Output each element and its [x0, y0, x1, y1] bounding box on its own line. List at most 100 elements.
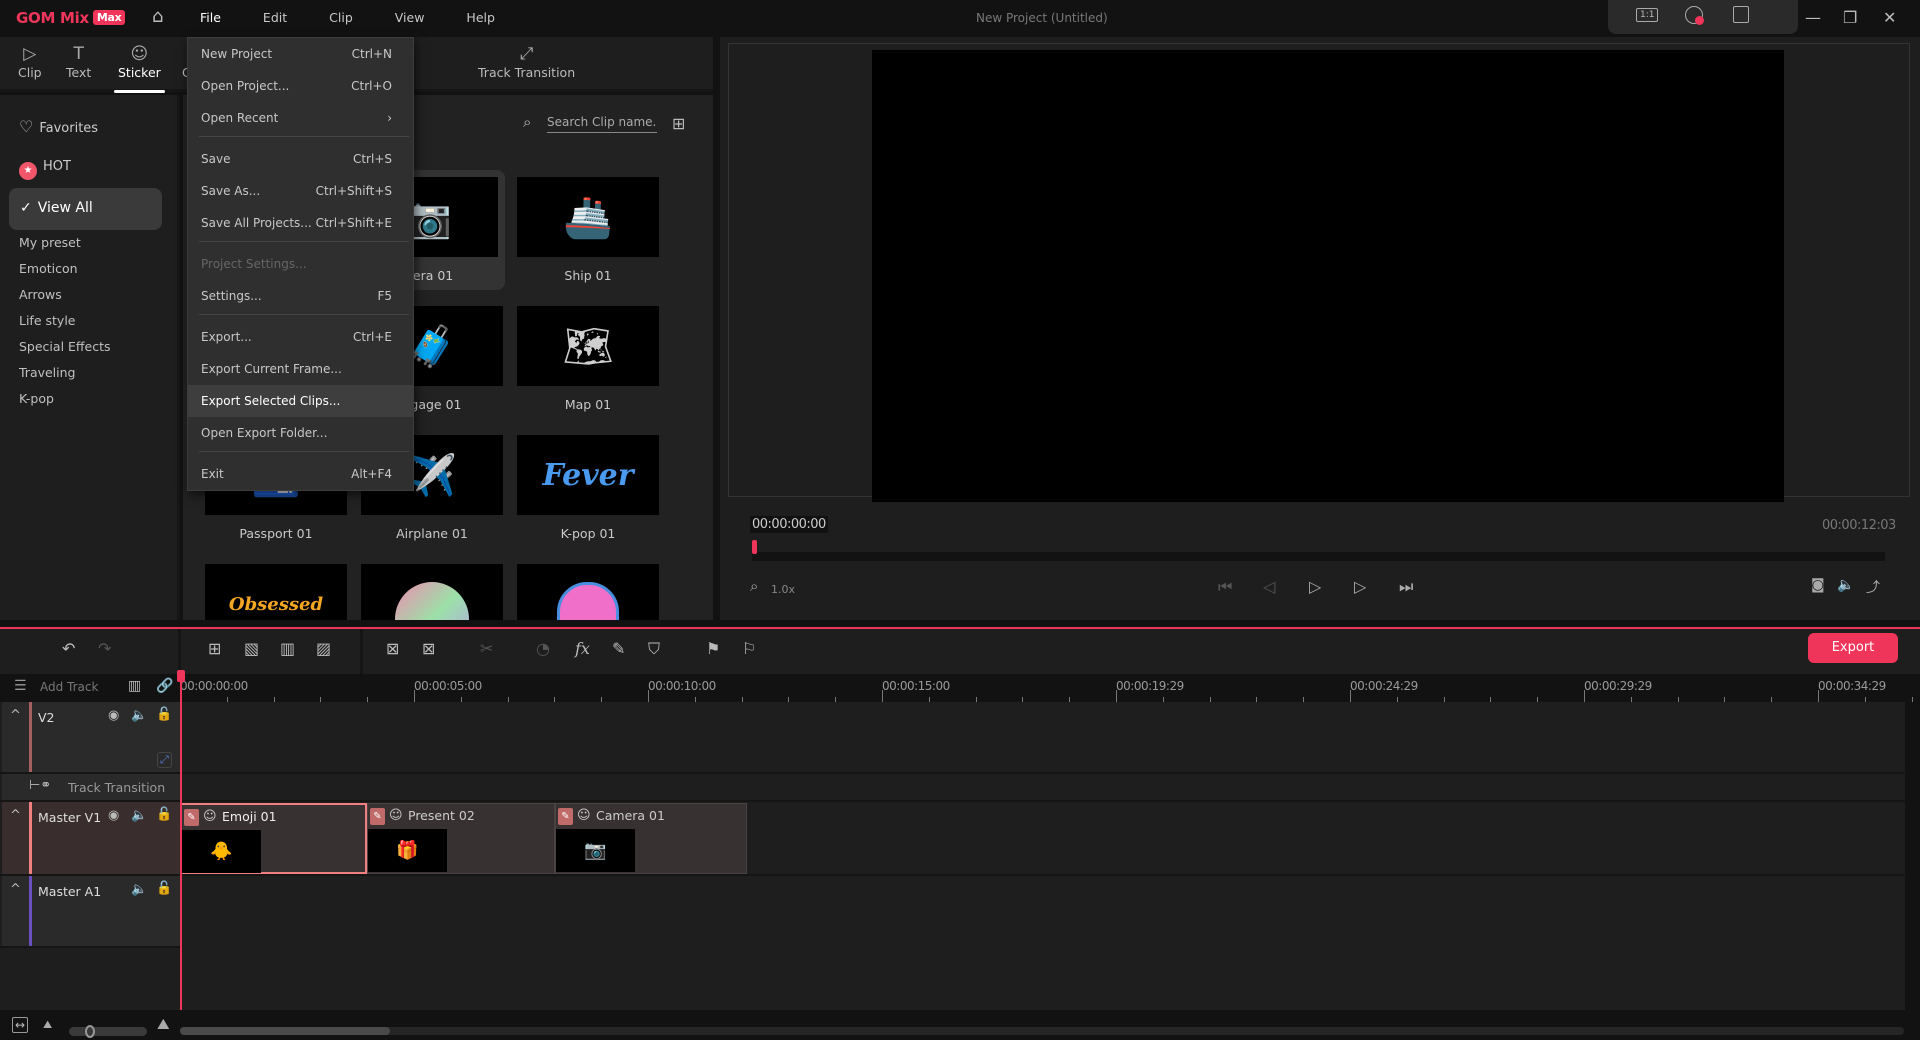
sidebar-item-life-style[interactable]: Life style	[19, 313, 75, 328]
close-icon[interactable]: ✕	[1883, 8, 1896, 27]
menu-item-settings[interactable]: Settings... F5	[188, 280, 413, 312]
menu-item-export-current-frame[interactable]: Export Current Frame...	[188, 353, 413, 385]
tab-text[interactable]: T Text	[66, 43, 91, 80]
timeline-zoom-slider[interactable]	[69, 1025, 147, 1038]
split-icon[interactable]: ▥	[280, 639, 295, 658]
add-clip-icon[interactable]: ⊞	[208, 639, 221, 658]
sidebar-item-hot[interactable]: ★ HOT	[19, 159, 71, 180]
minimize-icon[interactable]: —	[1805, 8, 1821, 27]
volume-icon[interactable]: 🔈	[1837, 577, 1854, 593]
sidebar-item-traveling[interactable]: Traveling	[19, 365, 76, 380]
grid-view-icon[interactable]: ⊞	[672, 114, 685, 133]
menu-item-save[interactable]: Save Ctrl+S	[188, 143, 413, 175]
edit-icon[interactable]: ✎	[612, 639, 625, 658]
split-right-icon[interactable]: ▨	[316, 639, 331, 658]
fx-icon[interactable]: fx	[575, 639, 590, 658]
next-frame-icon[interactable]: ▷	[1354, 577, 1366, 596]
lock-icon[interactable]: 🔓	[156, 881, 172, 896]
zoom-slider-knob[interactable]	[85, 1025, 95, 1038]
menu-item-open-recent[interactable]: Open Recent ›	[188, 102, 413, 134]
sidebar-item-emoticon[interactable]: Emoticon	[19, 261, 78, 276]
sticker-card[interactable]: Obsessed	[205, 564, 347, 620]
add-track-icon[interactable]: ☰	[14, 678, 27, 694]
marker-in-icon[interactable]: ⚑	[706, 639, 720, 658]
menu-item-new-project[interactable]: New Project Ctrl+N	[188, 38, 413, 70]
skip-start-icon[interactable]: ⏮	[1218, 577, 1232, 597]
split-left-icon[interactable]: ▧	[244, 639, 259, 658]
cut-icon[interactable]: ✂	[480, 639, 493, 658]
sidebar-item-k-pop[interactable]: K-pop	[19, 391, 54, 406]
menu-item-open-project[interactable]: Open Project... Ctrl+O	[188, 70, 413, 102]
sidebar-item-special-effects[interactable]: Special Effects	[19, 339, 111, 354]
snap-icon[interactable]: ▥	[128, 678, 141, 694]
preview-seekbar[interactable]	[752, 552, 1885, 561]
zoom-in-icon[interactable]: ⛰	[157, 1015, 170, 1033]
speaker-icon[interactable]: 🔈	[131, 708, 147, 723]
menu-view[interactable]: View	[395, 10, 425, 25]
tab-clip[interactable]: ▷ Clip	[18, 43, 42, 80]
pencil-icon[interactable]: ✎	[558, 808, 573, 825]
menu-item-export[interactable]: Export... Ctrl+E	[188, 321, 413, 353]
sticker-card[interactable]	[361, 564, 503, 620]
menu-item-save-as[interactable]: Save As... Ctrl+Shift+S	[188, 175, 413, 207]
sticker-card[interactable]: 🚢 Ship 01	[517, 177, 659, 283]
collapse-icon[interactable]: ^	[10, 882, 21, 897]
collapse-icon[interactable]: ^	[10, 708, 21, 723]
collapse-icon[interactable]: ^	[10, 808, 21, 823]
marker-out-icon[interactable]: ⚐	[742, 639, 756, 658]
sidebar-item-view-all[interactable]: ✓ View All	[9, 188, 162, 230]
lock-icon[interactable]: 🔓	[156, 707, 172, 722]
seekbar-playhead[interactable]	[752, 540, 757, 554]
sidebar-item-my-preset[interactable]: My preset	[19, 235, 81, 250]
menu-file[interactable]: File	[200, 10, 221, 25]
play-icon[interactable]: ▷	[1309, 577, 1321, 596]
ripple-delete-icon[interactable]: ⊠	[422, 639, 435, 658]
prev-frame-icon[interactable]: ◁	[1263, 577, 1275, 596]
zoom-icon[interactable]: ⌕	[750, 577, 758, 595]
delete-clip-icon[interactable]: ⊠	[386, 639, 399, 658]
home-icon[interactable]: ⌂	[152, 6, 163, 27]
menu-item-open-export-folder[interactable]: Open Export Folder...	[188, 417, 413, 449]
timeline-clip[interactable]: ✎ ☺ Camera 01 📷	[555, 803, 747, 874]
sidebar-item-arrows[interactable]: Arrows	[19, 287, 62, 302]
lock-icon[interactable]: 🔓	[156, 807, 172, 822]
tab-sticker[interactable]: ☺ Sticker	[114, 43, 165, 93]
menu-item-export-selected-clips[interactable]: Export Selected Clips...	[188, 385, 413, 417]
menu-item-exit[interactable]: Exit Alt+F4	[188, 458, 413, 490]
skip-end-icon[interactable]: ⏭	[1399, 577, 1413, 597]
sticker-card[interactable]: 🗺 Map 01	[517, 306, 659, 412]
snapshot-icon[interactable]: ◙	[1811, 577, 1825, 593]
link-icon[interactable]: 🔗	[156, 678, 173, 694]
fullscreen-icon[interactable]: ⤴	[1866, 577, 1880, 597]
track-transition-toggle-icon[interactable]: ⤢	[157, 752, 172, 768]
timeline-clip[interactable]: ✎ ☺ Emoji 01 🐥	[180, 803, 367, 874]
mask-icon[interactable]: ⛉	[648, 639, 660, 659]
fit-width-icon[interactable]: ↔	[12, 1017, 29, 1033]
speaker-icon[interactable]: 🔈	[131, 808, 147, 823]
tab-track-transition[interactable]: ⤢ Track Transition	[478, 43, 575, 80]
export-button[interactable]: Export	[1808, 633, 1898, 663]
timeline-clip[interactable]: ✎ ☺ Present 02 🎁	[367, 803, 555, 874]
sidebar-item-favorites[interactable]: ♡ Favorites	[19, 117, 98, 136]
pencil-icon[interactable]: ✎	[184, 809, 199, 826]
eye-icon[interactable]: ◉	[108, 708, 119, 723]
scrollbar-thumb[interactable]	[180, 1027, 390, 1035]
zoom-out-icon[interactable]: ⛰	[43, 1018, 52, 1032]
speed-icon[interactable]: ◔	[536, 639, 550, 658]
menu-help[interactable]: Help	[466, 10, 495, 25]
timeline-scrollbar[interactable]	[180, 1027, 1904, 1035]
redo-icon[interactable]: ↷	[98, 639, 111, 658]
add-track-button[interactable]: Add Track	[40, 680, 98, 694]
aspect-ratio-icon[interactable]: 1:1	[1636, 8, 1659, 22]
pencil-icon[interactable]: ✎	[370, 808, 385, 825]
speaker-icon[interactable]: 🔈	[131, 882, 147, 897]
eye-icon[interactable]: ◉	[108, 808, 119, 823]
save-icon[interactable]	[1733, 6, 1749, 23]
menu-item-save-all-projects[interactable]: Save All Projects... Ctrl+Shift+E	[188, 207, 413, 239]
account-icon[interactable]	[1685, 6, 1704, 25]
sticker-card[interactable]	[517, 564, 659, 620]
sticker-card[interactable]: Fever K-pop 01	[517, 435, 659, 541]
undo-icon[interactable]: ↶	[62, 639, 75, 658]
timeline-ruler[interactable]: ☰ Add Track ▥ 🔗 00:00:00:00 00:00:05:00 00…	[0, 674, 1920, 702]
search-input[interactable]: Search Clip name.	[547, 115, 657, 133]
